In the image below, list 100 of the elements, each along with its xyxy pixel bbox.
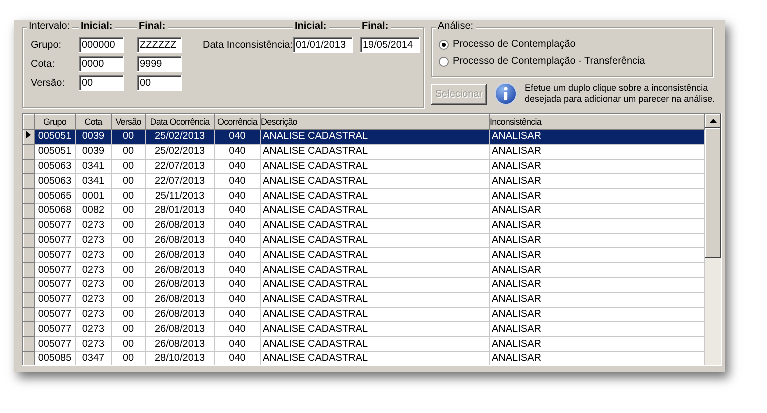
table-cell: 25/02/2013 [146, 144, 214, 160]
table-cell: 00 [112, 233, 146, 248]
table-cell: 040 [214, 130, 260, 144]
table-cell: 040 [214, 248, 260, 263]
input-field[interactable]: 19/05/2014 [360, 37, 420, 53]
table-cell: 005077 [34, 233, 76, 248]
table-cell: 00 [112, 174, 146, 189]
table-cell: 040 [214, 292, 260, 308]
table-cell: ANALISE CADASTRAL [260, 233, 490, 248]
table-cell: 005063 [34, 174, 76, 189]
table-cell: 26/08/2013 [146, 322, 214, 337]
radio-label[interactable]: Processo de Contemplação - Transferência [453, 56, 646, 67]
table-cell: ANALISE CADASTRAL [260, 292, 490, 308]
table-cell: ANALISE CADASTRAL [260, 203, 490, 218]
table-cell: ANALISAR [490, 203, 705, 218]
table-cell: 22/07/2013 [146, 159, 214, 174]
table-cell: 00 [112, 336, 146, 352]
table-cell: 26/08/2013 [146, 292, 214, 308]
table-cell: 0341 [76, 174, 112, 189]
input-field[interactable]: 00 [137, 75, 182, 91]
table-cell: 0273 [76, 292, 112, 308]
table-cell: ANALISE CADASTRAL [260, 336, 490, 352]
table-cell: ANALISAR [490, 262, 705, 278]
table-cell: 0273 [76, 322, 112, 337]
column-header[interactable]: Data Ocorrência [146, 114, 214, 130]
column-header[interactable]: Ocorrência [214, 114, 260, 130]
input-field[interactable]: 00 [79, 75, 124, 91]
table-cell: 040 [214, 277, 260, 292]
table-cell: 005065 [34, 188, 76, 204]
column-header[interactable]: Versão [112, 114, 146, 130]
table-cell: ANALISE CADASTRAL [260, 322, 490, 337]
radio-label[interactable]: Processo de Contemplação [453, 39, 576, 50]
table-cell: ANALISAR [490, 130, 705, 144]
table-cell: 00 [112, 351, 146, 365]
table-cell: 0039 [76, 144, 112, 160]
table-cell: 00 [112, 159, 146, 174]
input-field[interactable]: 01/01/2013 [293, 37, 353, 53]
info-icon [495, 83, 517, 105]
table-cell: 040 [214, 188, 260, 204]
table-cell: 005077 [34, 336, 76, 352]
table-cell: 0273 [76, 307, 112, 322]
table-cell: 040 [214, 262, 260, 278]
table-cell: 005051 [34, 130, 76, 144]
input-field[interactable]: 0000 [79, 56, 124, 72]
table-cell: 00 [112, 130, 146, 144]
table-cell: 040 [214, 336, 260, 352]
table-cell: 00 [112, 218, 146, 234]
column-header[interactable]: Inconsistência [490, 114, 705, 130]
table-cell: 00 [112, 292, 146, 308]
table-cell: ANALISE CADASTRAL [260, 248, 490, 263]
table-cell: 28/01/2013 [146, 203, 214, 218]
column-header[interactable]: Cota [76, 114, 112, 130]
radio-button[interactable] [439, 56, 449, 66]
table-cell: 26/08/2013 [146, 218, 214, 234]
column-header[interactable]: Grupo [34, 114, 76, 130]
table-cell: 040 [214, 322, 260, 337]
table-cell: ANALISAR [490, 233, 705, 248]
table-cell: 00 [112, 248, 146, 263]
up-arrow-icon[interactable] [710, 119, 716, 123]
table-cell: 00 [112, 188, 146, 204]
table-cell: ANALISAR [490, 188, 705, 204]
table-cell: ANALISAR [490, 144, 705, 160]
table-cell: 26/08/2013 [146, 307, 214, 322]
table-cell: 0039 [76, 130, 112, 144]
input-field[interactable]: 9999 [137, 56, 182, 72]
column-header[interactable]: Descrição [260, 114, 490, 130]
table-cell: 0273 [76, 233, 112, 248]
input-field[interactable]: 000000 [79, 37, 124, 53]
table-cell: 005077 [34, 218, 76, 234]
table-cell: 005051 [34, 144, 76, 160]
table-cell: ANALISAR [490, 277, 705, 292]
table-cell: 26/08/2013 [146, 262, 214, 278]
table-cell: 0341 [76, 159, 112, 174]
radio-button[interactable] [439, 40, 449, 50]
scrollbar[interactable] [705, 114, 721, 365]
input-field[interactable]: ZZZZZZ [137, 37, 182, 53]
table-cell: 005085 [34, 351, 76, 365]
table-cell: 00 [112, 322, 146, 337]
table-cell: ANALISE CADASTRAL [260, 218, 490, 234]
table-cell: 26/08/2013 [146, 336, 214, 352]
field-label: Grupo: [31, 40, 62, 52]
table-cell: 0001 [76, 188, 112, 204]
table-cell: 0273 [76, 218, 112, 234]
table-cell: ANALISAR [490, 248, 705, 263]
table-cell: 005077 [34, 277, 76, 292]
row-indicator[interactable] [24, 130, 34, 144]
table-cell: 26/08/2013 [146, 277, 214, 292]
table-cell: ANALISE CADASTRAL [260, 130, 490, 144]
table-cell: 00 [112, 277, 146, 292]
table-cell: 040 [214, 351, 260, 365]
table-cell: 005077 [34, 307, 76, 322]
table-cell: ANALISE CADASTRAL [260, 159, 490, 174]
table-cell: 00 [112, 262, 146, 278]
table-cell: ANALISAR [490, 159, 705, 174]
info-message: Efetue um duplo clique sobre a inconsistência desejada para adicionar um parecer na análise. [525, 83, 716, 105]
field-label: Versão: [31, 78, 65, 90]
table-cell: 0082 [76, 203, 112, 218]
table-cell: 0273 [76, 277, 112, 292]
table-cell: ANALISAR [490, 218, 705, 234]
table-cell: 040 [214, 203, 260, 218]
